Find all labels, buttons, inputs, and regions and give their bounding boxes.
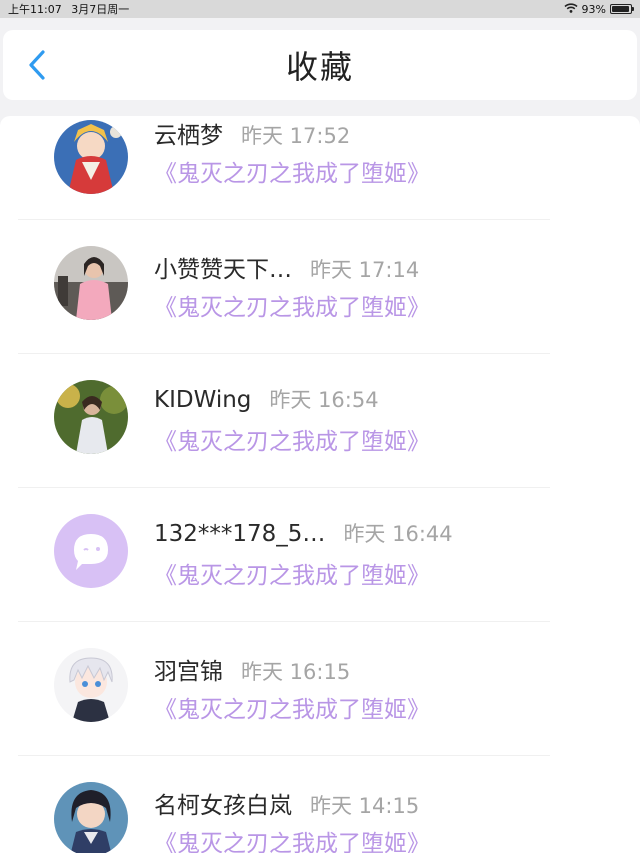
user-name: KIDWing bbox=[154, 387, 252, 413]
user-name: 羽宫锦 bbox=[154, 659, 223, 685]
avatar[interactable] bbox=[54, 648, 128, 722]
anime-girl-red-avatar-icon bbox=[54, 120, 128, 194]
book-title-link[interactable]: 《鬼灭之刃之我成了堕姬》 bbox=[154, 690, 430, 724]
item-header: 云栖梦 昨天 17:52 bbox=[154, 116, 350, 150]
book-title-link[interactable]: 《鬼灭之刃之我成了堕姬》 bbox=[154, 288, 430, 322]
user-name: 云栖梦 bbox=[154, 123, 223, 149]
status-bar: 上午11:07 3月7日周一 93% bbox=[0, 0, 640, 18]
item-time: 昨天 16:44 bbox=[343, 522, 453, 546]
list-item[interactable]: 名柯女孩白岚 昨天 14:15 《鬼灭之刃之我成了堕姬》 bbox=[0, 756, 640, 853]
list-item[interactable]: KIDWing 昨天 16:54 《鬼灭之刃之我成了堕姬》 bbox=[0, 354, 640, 488]
list-item[interactable]: 小赞赞天下… 昨天 17:14 《鬼灭之刃之我成了堕姬》 bbox=[0, 220, 640, 354]
anime-dark-hair-avatar-icon bbox=[54, 782, 128, 853]
battery-percent: 93% bbox=[581, 2, 606, 16]
item-time: 昨天 14:15 bbox=[310, 794, 420, 818]
item-header: 132***178_5… 昨天 16:44 bbox=[154, 518, 453, 548]
battery-level bbox=[612, 6, 629, 12]
avatar[interactable] bbox=[54, 782, 128, 853]
anime-white-hair-avatar-icon bbox=[54, 648, 128, 722]
status-time: 上午11:07 bbox=[8, 3, 62, 16]
favorites-list: 云栖梦 昨天 17:52 《鬼灭之刃之我成了堕姬》 小赞赞天下… 昨天 17:1… bbox=[0, 116, 640, 853]
back-button[interactable] bbox=[21, 47, 53, 83]
item-header: KIDWing 昨天 16:54 bbox=[154, 384, 379, 414]
book-title-link[interactable]: 《鬼灭之刃之我成了堕姬》 bbox=[154, 824, 430, 853]
wifi-icon bbox=[564, 2, 578, 16]
item-time: 昨天 16:15 bbox=[241, 660, 351, 684]
list-item[interactable]: 羽宫锦 昨天 16:15 《鬼灭之刃之我成了堕姬》 bbox=[0, 622, 640, 756]
book-title-link[interactable]: 《鬼灭之刃之我成了堕姬》 bbox=[154, 154, 430, 188]
page-title: 收藏 bbox=[285, 48, 354, 86]
item-header: 羽宫锦 昨天 16:15 bbox=[154, 652, 350, 686]
item-time: 昨天 16:54 bbox=[269, 388, 379, 412]
status-date: 3月7日周一 bbox=[71, 3, 130, 16]
user-name: 小赞赞天下… bbox=[154, 257, 292, 283]
nav-bar: 收藏 bbox=[3, 30, 637, 100]
book-title-link[interactable]: 《鬼灭之刃之我成了堕姬》 bbox=[154, 422, 430, 456]
list-item[interactable]: 云栖梦 昨天 17:52 《鬼灭之刃之我成了堕姬》 bbox=[0, 116, 640, 220]
item-time: 昨天 17:14 bbox=[310, 258, 420, 282]
avatar[interactable] bbox=[54, 246, 128, 320]
chevron-left-icon bbox=[29, 50, 45, 80]
avatar[interactable] bbox=[54, 380, 128, 454]
photo-outdoor-avatar-icon bbox=[54, 380, 128, 454]
status-right: 93% bbox=[564, 2, 634, 16]
item-header: 小赞赞天下… 昨天 17:14 bbox=[154, 250, 419, 284]
photo-girl-pink-avatar-icon bbox=[54, 246, 128, 320]
user-name: 132***178_5… bbox=[154, 521, 326, 547]
avatar[interactable] bbox=[54, 514, 128, 588]
default-chat-avatar-icon bbox=[54, 514, 128, 588]
book-title-link[interactable]: 《鬼灭之刃之我成了堕姬》 bbox=[154, 556, 430, 590]
item-time: 昨天 17:52 bbox=[241, 124, 351, 148]
battery-icon bbox=[610, 4, 634, 14]
list-item[interactable]: 132***178_5… 昨天 16:44 《鬼灭之刃之我成了堕姬》 bbox=[0, 488, 640, 622]
status-left: 上午11:07 3月7日周一 bbox=[8, 1, 135, 17]
item-header: 名柯女孩白岚 昨天 14:15 bbox=[154, 786, 419, 820]
user-name: 名柯女孩白岚 bbox=[154, 793, 292, 819]
avatar[interactable] bbox=[54, 120, 128, 194]
